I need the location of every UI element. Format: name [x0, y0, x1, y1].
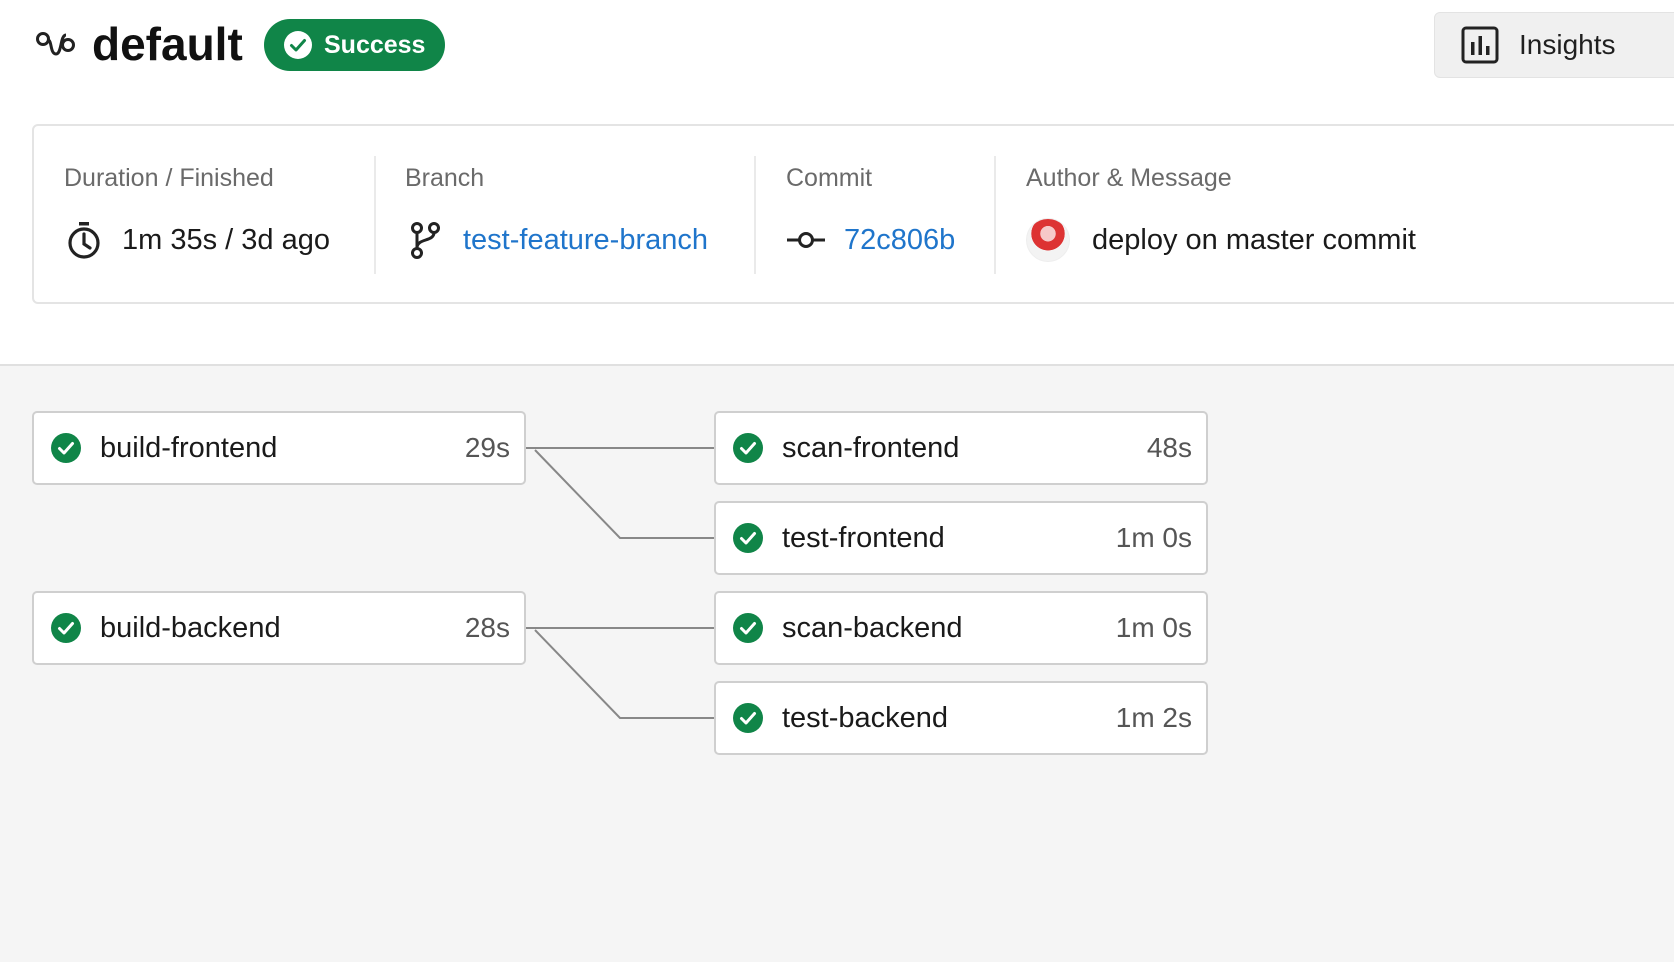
chart-icon [1461, 26, 1499, 64]
check-circle-icon [733, 613, 763, 643]
job-name: test-frontend [782, 521, 945, 554]
job-name: test-backend [782, 701, 949, 734]
branch-row: test-feature-branch [405, 218, 708, 262]
job-name: scan-backend [782, 611, 963, 644]
job-name: build-backend [100, 611, 281, 644]
branch-section: Branch test-feature-branch [405, 156, 750, 276]
info-divider [374, 156, 376, 274]
job-duration: 29s [464, 432, 510, 463]
job-duration: 1m 0s [1115, 522, 1192, 553]
commit-link[interactable]: 72c806b [844, 224, 955, 257]
pipeline-info-card: Duration / Finished 1m 35s / 3d ago Bran… [32, 124, 1674, 304]
insights-button[interactable]: Insights [1434, 12, 1674, 78]
commit-section: Commit 72c806b [786, 156, 996, 276]
job-name: build-frontend [100, 431, 278, 464]
branch-icon [411, 222, 440, 259]
duration-row: 1m 35s / 3d ago [64, 218, 330, 262]
branch-label: Branch [405, 164, 485, 192]
check-circle-icon [284, 31, 312, 59]
author-row: deploy on master commit [1026, 218, 1416, 262]
insights-label: Insights [1519, 29, 1616, 60]
check-circle-icon [51, 613, 81, 643]
pipeline-icon [36, 32, 75, 56]
job-name: scan-frontend [782, 431, 960, 464]
job-duration: 48s [1146, 432, 1192, 463]
duration-section: Duration / Finished 1m 35s / 3d ago [64, 156, 374, 276]
author-label: Author & Message [1026, 164, 1232, 192]
duration-label: Duration / Finished [64, 164, 274, 192]
branch-link[interactable]: test-feature-branch [463, 224, 708, 257]
job-test-frontend[interactable]: test-frontend 1m 0s [714, 501, 1208, 575]
pipeline-header: default Success Insights [0, 0, 1674, 100]
commit-message[interactable]: deploy on master commit [1092, 224, 1416, 257]
info-divider [994, 156, 996, 274]
avatar[interactable] [1026, 218, 1070, 262]
status-label: Success [324, 31, 426, 59]
job-scan-backend[interactable]: scan-backend 1m 0s [714, 591, 1208, 665]
timer-icon [68, 222, 100, 259]
job-test-backend[interactable]: test-backend 1m 2s [714, 681, 1208, 755]
commit-label: Commit [786, 164, 873, 192]
check-circle-icon [733, 523, 763, 553]
author-section: Author & Message deploy on master commit [1026, 156, 1666, 276]
status-badge[interactable]: Success [264, 19, 445, 71]
pipeline-graph: build-frontend 29s build-backend 28s sca… [0, 366, 1674, 962]
job-build-backend[interactable]: build-backend 28s [32, 591, 526, 665]
job-duration: 1m 0s [1115, 612, 1192, 643]
commit-row: 72c806b [786, 218, 955, 262]
duration-value: 1m 35s / 3d ago [122, 223, 330, 256]
check-circle-icon [51, 433, 81, 463]
job-duration: 28s [464, 612, 510, 643]
page-title: default [92, 18, 243, 70]
job-duration: 1m 2s [1115, 702, 1192, 733]
commit-icon [787, 232, 825, 248]
check-circle-icon [733, 703, 763, 733]
check-circle-icon [733, 433, 763, 463]
info-divider [754, 156, 756, 274]
job-scan-frontend[interactable]: scan-frontend 48s [714, 411, 1208, 485]
job-build-frontend[interactable]: build-frontend 29s [32, 411, 526, 485]
